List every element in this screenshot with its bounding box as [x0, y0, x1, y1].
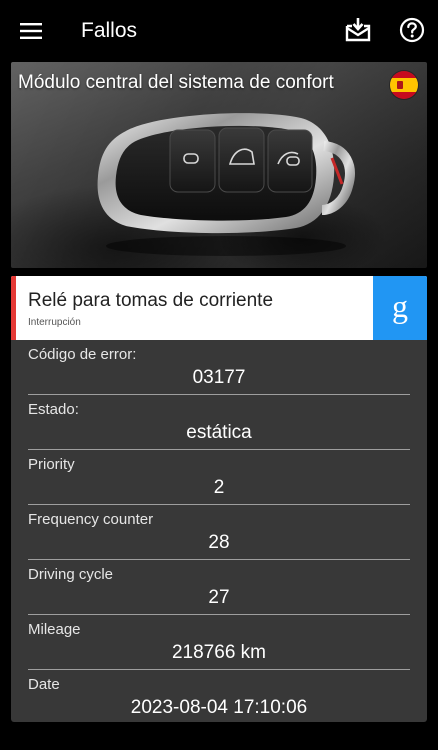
detail-label: Priority [28, 456, 75, 473]
detail-row-date: Date 2023-08-04 17:10:06 [11, 670, 427, 725]
detail-row-mileage: Mileage 218766 km [11, 615, 427, 670]
app-screen: Fallos Módulo central del sistema de con… [0, 0, 438, 750]
fault-subtitle: Interrupción [28, 317, 81, 328]
detail-row-error-code: Código de error: 03177 [11, 340, 427, 395]
module-title: Módulo central del sistema de confort [18, 72, 334, 93]
inbox-download-icon [345, 18, 371, 42]
detail-label: Driving cycle [28, 566, 114, 583]
fault-accent-bar [11, 276, 16, 340]
spain-flag-icon[interactable] [390, 71, 418, 99]
detail-label: Date [28, 676, 60, 693]
google-g-icon: g [392, 288, 408, 324]
detail-label: Código de error: [28, 346, 137, 363]
detail-value: 2023-08-04 17:10:06 [130, 697, 308, 718]
fault-details: Código de error: 03177 Estado: estática … [11, 340, 427, 722]
detail-value: 03177 [192, 367, 246, 388]
help-circle-icon [399, 17, 425, 43]
detail-row-priority: Priority 2 [11, 450, 427, 505]
module-card: Módulo central del sistema de confort [11, 62, 427, 268]
fault-header: Relé para tomas de corriente Interrupció… [11, 276, 427, 340]
detail-row-status: Estado: estática [11, 395, 427, 450]
export-button[interactable] [340, 12, 376, 48]
detail-value: 28 [208, 532, 230, 553]
google-search-button[interactable]: g [373, 276, 427, 340]
menu-icon [20, 23, 42, 39]
help-button[interactable] [394, 12, 430, 48]
page-title: Fallos [81, 19, 138, 42]
detail-label: Estado: [28, 401, 79, 418]
detail-row-frequency-counter: Frequency counter 28 [11, 505, 427, 560]
menu-button[interactable] [14, 14, 48, 48]
app-bar: Fallos [0, 0, 438, 62]
car-key-fob-illustration [97, 113, 355, 256]
fault-title: Relé para tomas de corriente [28, 290, 274, 311]
detail-label: Frequency counter [28, 511, 154, 528]
detail-label: Mileage [28, 621, 81, 638]
detail-value: estática [186, 422, 252, 443]
detail-value: 2 [213, 477, 225, 498]
detail-row-driving-cycle: Driving cycle 27 [11, 560, 427, 615]
detail-value: 218766 km [171, 642, 266, 663]
detail-value: 27 [208, 587, 230, 608]
